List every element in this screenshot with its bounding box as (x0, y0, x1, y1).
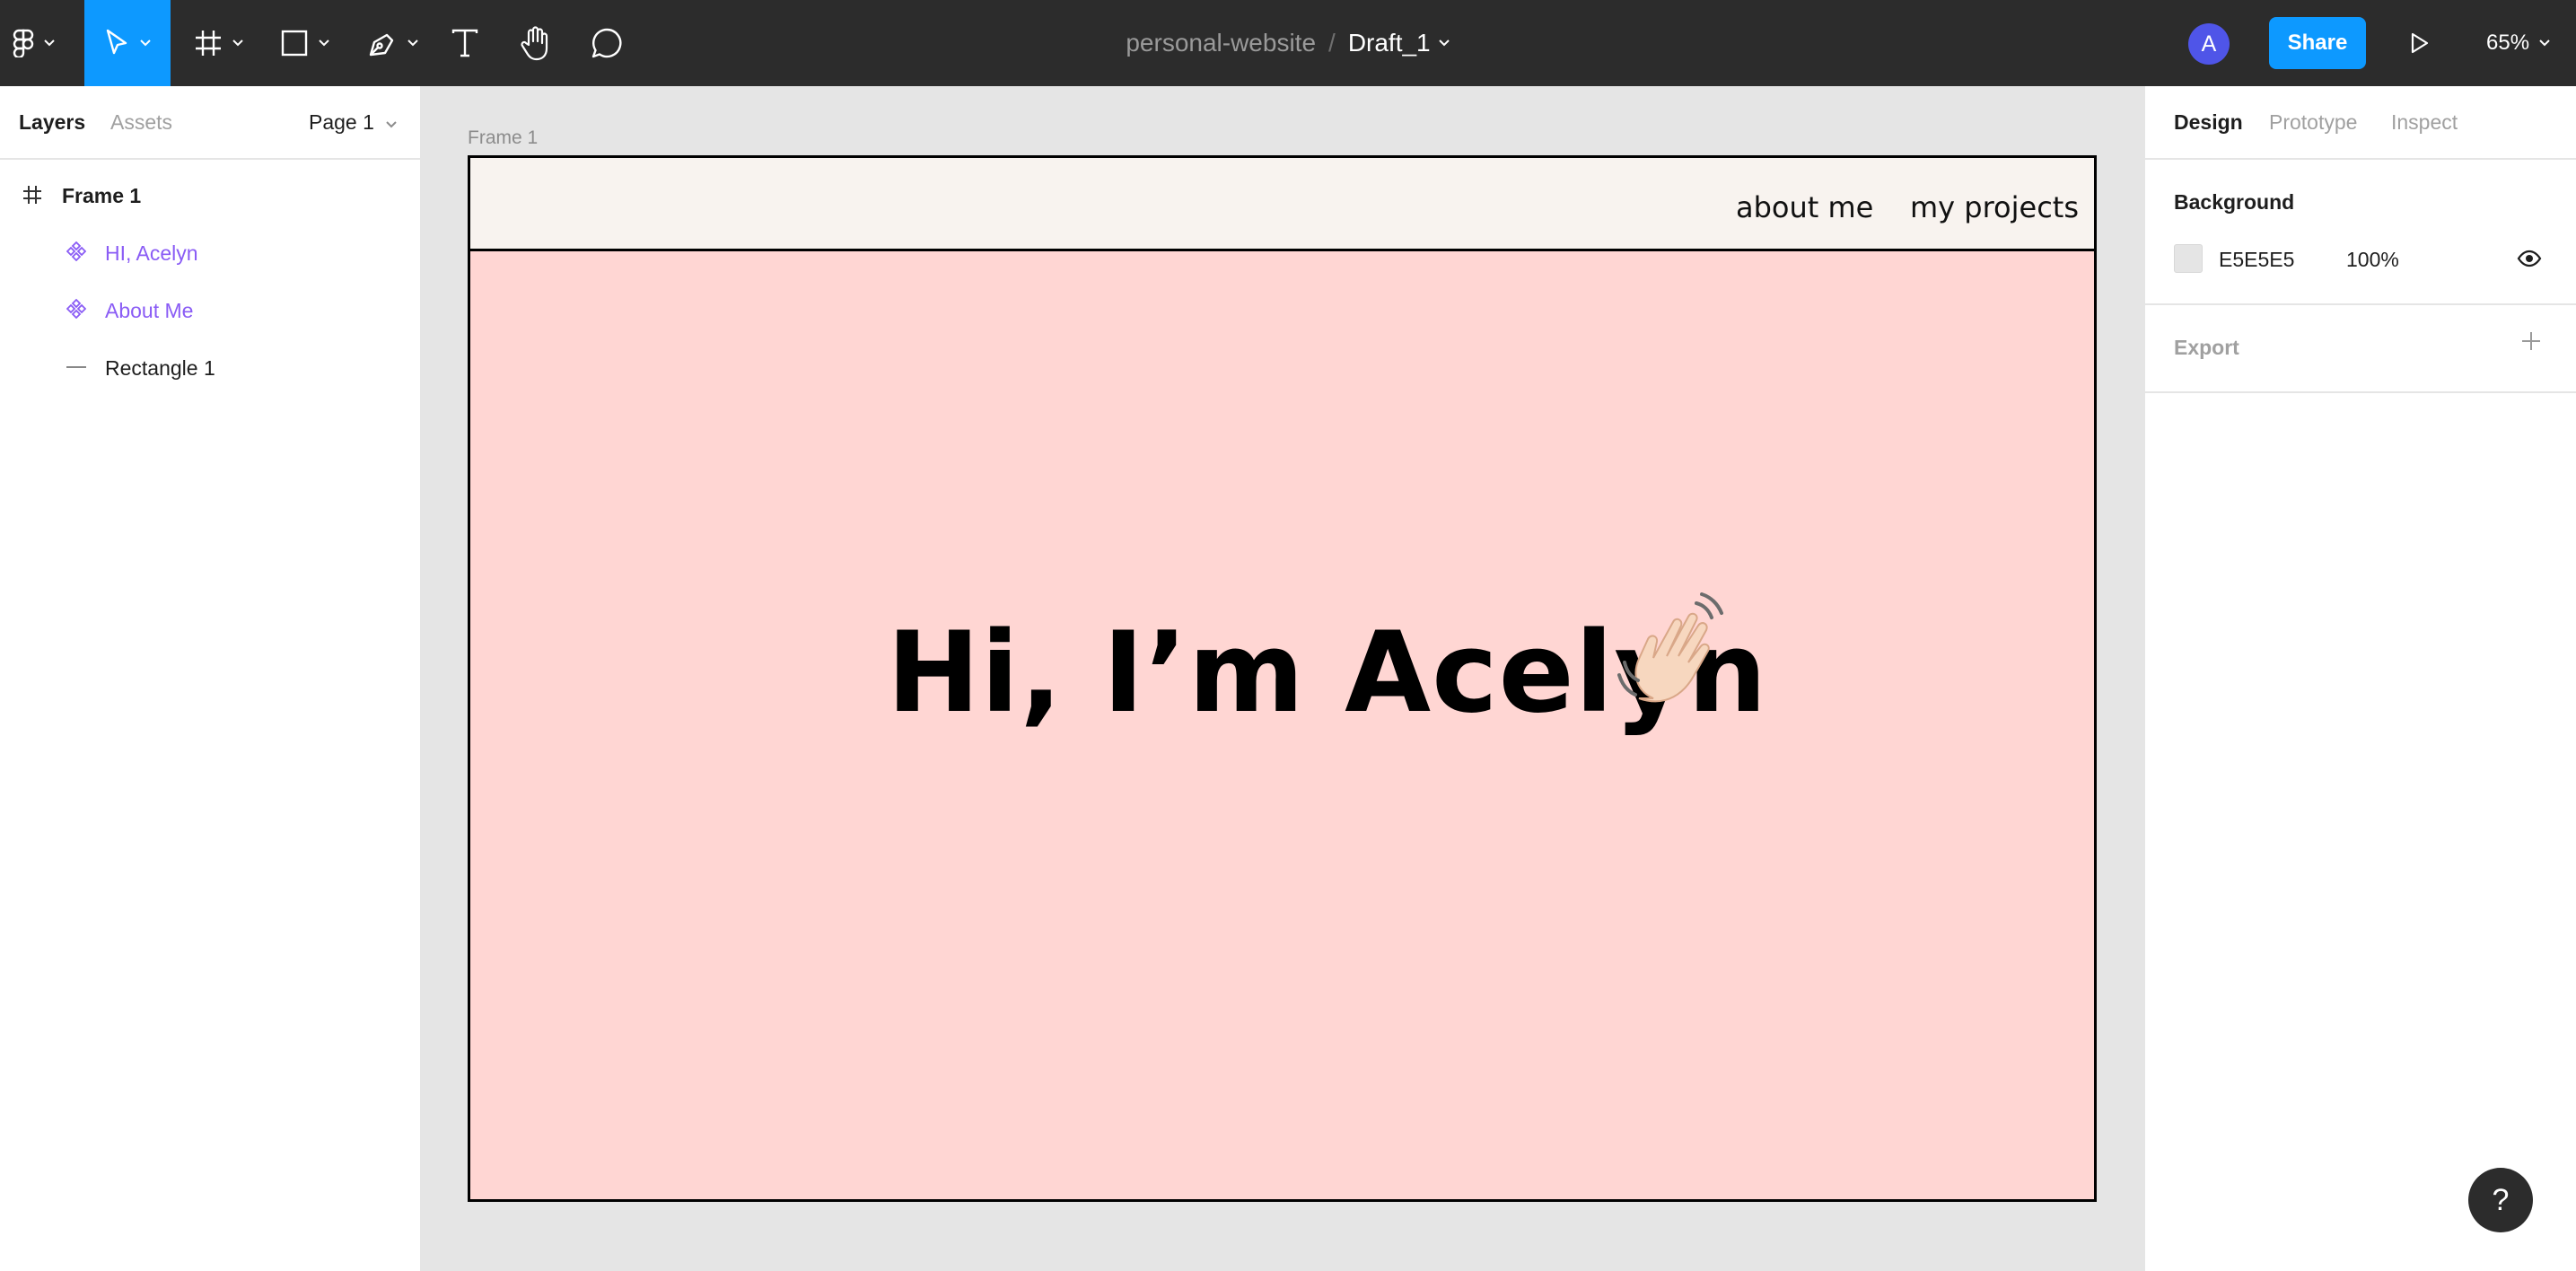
background-section-title: Background (2174, 190, 2295, 214)
page-selector[interactable]: Page 1 (309, 110, 398, 135)
component-instance-icon (66, 241, 86, 261)
text-tool-button[interactable] (445, 0, 485, 86)
zoom-level: 65% (2486, 31, 2530, 55)
frame-1[interactable]: about me my projects Hi, I’m Acelyn (468, 155, 2097, 1202)
figma-logo-icon (13, 29, 34, 57)
zoom-dropdown[interactable]: 65% (2486, 0, 2551, 86)
layer-label: HI, Acelyn (105, 241, 198, 265)
chevron-down-icon (232, 39, 243, 47)
hand-icon (521, 26, 548, 61)
chevron-down-icon (319, 39, 329, 47)
chevron-down-icon[interactable] (1438, 39, 1450, 48)
comment-tool-button[interactable] (585, 0, 628, 86)
layers-panel: Layers Assets Page 1 Frame 1 HI, Acelyn … (0, 86, 422, 1271)
avatar[interactable]: A (2188, 23, 2230, 65)
draft-name-button[interactable]: Draft_1 (1348, 29, 1431, 57)
layer-rectangle-1[interactable]: Rectangle 1 (0, 338, 420, 396)
frame-label[interactable]: Frame 1 (468, 127, 538, 149)
waving-hand-icon (1617, 592, 1723, 703)
add-export-icon[interactable] (2520, 330, 2542, 352)
play-icon (2411, 32, 2429, 54)
chevron-down-icon (386, 121, 398, 128)
page-name: Page 1 (309, 110, 374, 134)
panel-divider (2145, 303, 2576, 305)
cursor-arrow-icon (106, 29, 127, 55)
frame-tool-button[interactable] (185, 0, 253, 86)
export-section-title: Export (2174, 336, 2239, 359)
breadcrumb-separator: / (1328, 29, 1336, 57)
frame-icon (22, 184, 43, 206)
chevron-down-icon (140, 39, 151, 47)
chevron-down-icon (407, 39, 418, 47)
chevron-down-icon (44, 39, 55, 47)
layer-hi-acelyn[interactable]: HI, Acelyn (0, 224, 420, 281)
chevron-down-icon (2539, 39, 2550, 47)
layer-label: Frame 1 (62, 184, 142, 207)
toolbar: personal-website / Draft_1 A Share 65% (0, 0, 2576, 86)
background-hex-input[interactable]: E5E5E5 (2219, 248, 2294, 272)
pen-tool-button[interactable] (359, 0, 427, 86)
comment-bubble-icon (591, 28, 622, 58)
rectangle-icon (281, 30, 308, 57)
layer-label: Rectangle 1 (105, 356, 215, 380)
hero-section: Hi, I’m Acelyn (470, 251, 2094, 1199)
help-button[interactable]: ? (2468, 1168, 2533, 1232)
background-opacity-input[interactable]: 100% (2346, 248, 2399, 272)
layer-about-me[interactable]: About Me (0, 281, 420, 338)
move-tool-button[interactable] (84, 0, 171, 86)
right-panel-tabs: Design Prototype Inspect (2145, 86, 2576, 160)
layer-frame-1[interactable]: Frame 1 (0, 166, 420, 224)
pen-icon (369, 33, 394, 57)
tab-prototype[interactable]: Prototype (2269, 110, 2357, 135)
tab-assets[interactable]: Assets (110, 110, 172, 135)
text-t-icon (451, 29, 478, 57)
nav-my-projects[interactable]: my projects (1910, 190, 2079, 224)
eye-icon[interactable] (2517, 250, 2542, 267)
hand-tool-button[interactable] (515, 0, 556, 86)
properties-panel: Design Prototype Inspect Background E5E5… (2143, 86, 2576, 1271)
tab-layers[interactable]: Layers (19, 110, 85, 135)
main-menu-button[interactable] (0, 0, 68, 86)
present-button[interactable] (2398, 0, 2441, 86)
left-panel-tabs: Layers Assets Page 1 (0, 86, 420, 160)
frame-hash-icon (196, 31, 221, 56)
layer-label: About Me (105, 299, 194, 322)
site-navbar: about me my projects (470, 158, 2094, 251)
component-instance-icon (66, 299, 86, 319)
background-color-swatch[interactable] (2174, 244, 2203, 273)
project-name-link[interactable]: personal-website (1126, 29, 1316, 57)
tab-inspect[interactable]: Inspect (2391, 110, 2458, 135)
panel-divider (2145, 391, 2576, 393)
nav-about-me[interactable]: about me (1736, 190, 1873, 224)
tab-design[interactable]: Design (2174, 110, 2243, 135)
line-icon (66, 365, 86, 369)
shape-tool-button[interactable] (271, 0, 339, 86)
share-button[interactable]: Share (2269, 17, 2366, 69)
